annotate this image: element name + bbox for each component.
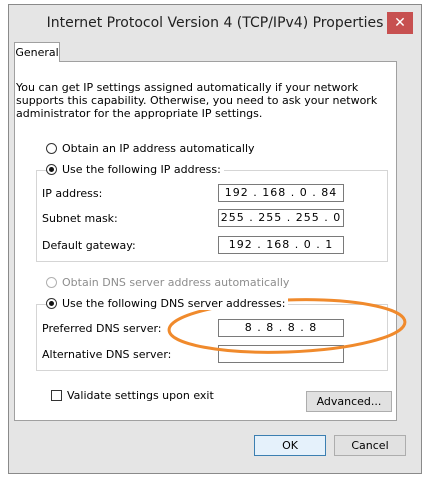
obtain-dns-auto-radio[interactable] bbox=[46, 277, 57, 288]
default-gateway-label: Default gateway: bbox=[42, 239, 136, 252]
close-button[interactable]: ✕ bbox=[387, 12, 413, 34]
preferred-dns-label: Preferred DNS server: bbox=[42, 322, 162, 335]
tab-general[interactable]: General bbox=[14, 42, 60, 62]
alternative-dns-label: Alternative DNS server: bbox=[42, 348, 172, 361]
ip-address-label: IP address: bbox=[42, 187, 103, 200]
description-text: You can get IP settings assigned automat… bbox=[16, 81, 378, 120]
use-dns-manual-label: Use the following DNS server addresses: bbox=[62, 297, 286, 310]
use-dns-manual-radio[interactable] bbox=[46, 298, 57, 309]
title-bar[interactable]: Internet Protocol Version 4 (TCP/IPv4) P… bbox=[9, 5, 421, 41]
subnet-mask-input[interactable]: 255 . 255 . 255 . 0 bbox=[218, 209, 344, 227]
alternative-dns-input[interactable] bbox=[218, 345, 344, 363]
close-icon: ✕ bbox=[394, 15, 406, 31]
use-ip-manual-option[interactable]: Use the following IP address: bbox=[46, 163, 224, 176]
window-title: Internet Protocol Version 4 (TCP/IPv4) P… bbox=[46, 15, 384, 31]
ok-button[interactable]: OK bbox=[254, 435, 326, 456]
obtain-ip-auto-label: Obtain an IP address automatically bbox=[62, 142, 255, 155]
use-ip-manual-radio[interactable] bbox=[46, 164, 57, 175]
obtain-ip-auto-radio[interactable] bbox=[46, 143, 57, 154]
ip-address-input[interactable]: 192 . 168 . 0 . 84 bbox=[218, 184, 344, 202]
validate-checkbox[interactable] bbox=[51, 390, 62, 401]
use-dns-manual-option[interactable]: Use the following DNS server addresses: bbox=[46, 297, 289, 310]
obtain-ip-auto-option[interactable]: Obtain an IP address automatically bbox=[46, 142, 258, 155]
cancel-button[interactable]: Cancel bbox=[334, 435, 406, 456]
subnet-mask-label: Subnet mask: bbox=[42, 212, 118, 225]
validate-label: Validate settings upon exit bbox=[67, 389, 214, 402]
default-gateway-input[interactable]: 192 . 168 . 0 . 1 bbox=[218, 236, 344, 254]
obtain-dns-auto-option[interactable]: Obtain DNS server address automatically bbox=[46, 276, 293, 289]
advanced-button[interactable]: Advanced... bbox=[306, 391, 392, 412]
use-ip-manual-label: Use the following IP address: bbox=[62, 163, 221, 176]
obtain-dns-auto-label: Obtain DNS server address automatically bbox=[62, 276, 290, 289]
preferred-dns-input[interactable]: 8 . 8 . 8 . 8 bbox=[218, 319, 344, 337]
